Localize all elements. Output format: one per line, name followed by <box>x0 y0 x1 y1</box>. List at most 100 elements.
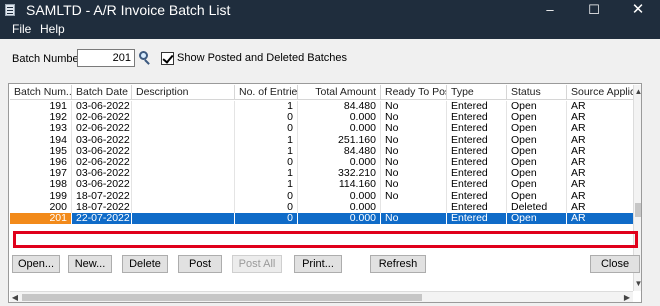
close-button[interactable]: Close <box>590 255 640 273</box>
menu-help[interactable]: Help <box>40 22 65 37</box>
cell-total-amount: 0.000 <box>298 212 381 225</box>
column-header-source-application[interactable]: Source Applicatio <box>567 85 634 100</box>
cell-batch-date: 22-07-2022 <box>72 212 132 225</box>
cell-ready-to-post: No <box>381 168 447 180</box>
table-row[interactable]: 191 03-06-2022 1 84.480 No Entered Open … <box>10 101 634 113</box>
table-row[interactable]: 198 03-06-2022 1 114.160 No Entered Open… <box>10 179 634 191</box>
grid-header: Batch Num... Batch Date Description No. … <box>10 85 634 100</box>
cell-entries: 1 <box>235 145 298 157</box>
cell-type: Entered <box>447 201 507 213</box>
cell-total-amount: 0.000 <box>298 123 381 135</box>
cell-source-application: AR <box>567 201 634 213</box>
window-title: SAMLTD - A/R Invoice Batch List <box>26 2 231 18</box>
new-button[interactable]: New... <box>68 255 112 273</box>
cell-source-application: AR <box>567 112 634 124</box>
cell-entries: 0 <box>235 190 298 202</box>
minimize-button[interactable]: – <box>528 0 572 20</box>
cell-status: Open <box>507 145 567 157</box>
column-header-status[interactable]: Status <box>507 85 567 100</box>
cell-source-application: AR <box>567 179 634 191</box>
table-row[interactable]: 200 18-07-2022 0 0.000 Entered Deleted A… <box>10 201 634 213</box>
cell-batch-number: 200 <box>10 201 72 213</box>
cell-type: Entered <box>447 190 507 202</box>
cell-batch-number: 196 <box>10 156 72 169</box>
column-header-batch-date[interactable]: Batch Date <box>72 85 132 100</box>
cell-source-application: AR <box>567 168 634 180</box>
scroll-right-arrow-icon[interactable]: ▶ <box>622 292 632 302</box>
cell-batch-number: 195 <box>10 145 72 157</box>
cell-batch-number: 197 <box>10 168 72 180</box>
print-button[interactable]: Print... <box>294 255 342 273</box>
delete-button[interactable]: Delete <box>122 255 168 273</box>
cell-ready-to-post: No <box>381 112 447 124</box>
refresh-button[interactable]: Refresh <box>370 255 426 273</box>
maximize-button[interactable]: ☐ <box>572 0 616 20</box>
cell-status: Open <box>507 212 567 225</box>
close-window-button[interactable]: ✕ <box>616 0 660 20</box>
table-row[interactable]: 195 03-06-2022 1 84.480 No Entered Open … <box>10 145 634 157</box>
cell-type: Entered <box>447 112 507 124</box>
post-button[interactable]: Post <box>178 255 222 273</box>
column-header-description[interactable]: Description <box>132 85 235 100</box>
horizontal-scroll-thumb[interactable] <box>22 294 422 301</box>
table-row[interactable]: 199 18-07-2022 0 0.000 No Entered Open A… <box>10 190 634 202</box>
cell-batch-number: 201 <box>10 212 72 225</box>
cell-status: Open <box>507 134 567 146</box>
table-row[interactable]: 197 03-06-2022 1 332.210 No Entered Open… <box>10 168 634 180</box>
scroll-up-arrow-icon[interactable]: ▲ <box>634 87 641 96</box>
cell-total-amount: 0.000 <box>298 156 381 169</box>
cell-entries: 0 <box>235 156 298 169</box>
column-header-ready-to-post[interactable]: Ready To Post <box>381 85 447 100</box>
table-row[interactable]: 196 02-06-2022 0 0.000 No Entered Open A… <box>10 156 634 169</box>
cell-entries: 1 <box>235 179 298 191</box>
cell-description <box>132 145 235 157</box>
cell-batch-date: 03-06-2022 <box>72 145 132 157</box>
cell-entries: 1 <box>235 134 298 146</box>
cell-source-application: AR <box>567 123 634 135</box>
column-header-total-amount[interactable]: Total Amount <box>298 85 381 100</box>
column-header-batch-number[interactable]: Batch Num... <box>10 85 72 100</box>
cell-description <box>132 112 235 124</box>
table-row[interactable]: 193 02-06-2022 0 0.000 No Entered Open A… <box>10 123 634 135</box>
cell-status: Deleted <box>507 201 567 213</box>
cell-ready-to-post: No <box>381 156 447 169</box>
title-bar: SAMLTD - A/R Invoice Batch List – ☐ ✕ <box>0 0 660 20</box>
cell-batch-date: 02-06-2022 <box>72 156 132 169</box>
cell-source-application: AR <box>567 134 634 146</box>
magnifier-lens-icon <box>139 51 148 60</box>
scroll-down-arrow-icon[interactable]: ▼ <box>634 279 641 288</box>
cell-description <box>132 179 235 191</box>
cell-source-application: AR <box>567 212 634 225</box>
cell-status: Open <box>507 168 567 180</box>
column-header-type[interactable]: Type <box>447 85 507 100</box>
horizontal-scrollbar[interactable]: ◀ ▶ <box>10 291 633 302</box>
cell-ready-to-post <box>381 201 447 213</box>
selected-row-highlight <box>13 231 638 248</box>
cell-type: Entered <box>447 212 507 225</box>
cell-batch-date: 03-06-2022 <box>72 179 132 191</box>
open-button[interactable]: Open... <box>12 255 60 273</box>
cell-ready-to-post: No <box>381 145 447 157</box>
cell-type: Entered <box>447 156 507 169</box>
menu-file[interactable]: File <box>12 22 31 37</box>
cell-ready-to-post: No <box>381 190 447 202</box>
cell-batch-date: 18-07-2022 <box>72 201 132 213</box>
cell-type: Entered <box>447 145 507 157</box>
selected-table-row[interactable]: 201 22-07-2022 0 0.000 No Entered Open A… <box>10 212 634 225</box>
finder-icon[interactable] <box>137 50 151 66</box>
cell-total-amount: 84.480 <box>298 145 381 157</box>
vertical-scroll-thumb[interactable] <box>635 203 641 217</box>
cell-batch-date: 18-07-2022 <box>72 190 132 202</box>
column-header-entries[interactable]: No. of Entries <box>235 85 298 100</box>
batch-number-input[interactable] <box>77 49 135 67</box>
scroll-left-arrow-icon[interactable]: ◀ <box>10 292 20 302</box>
table-row[interactable]: 192 02-06-2022 0 0.000 No Entered Open A… <box>10 112 634 124</box>
show-posted-checkbox[interactable] <box>161 52 174 65</box>
cell-description <box>132 168 235 180</box>
post-all-button[interactable]: Post All <box>232 255 282 273</box>
cell-total-amount: 84.480 <box>298 101 381 113</box>
show-posted-label[interactable]: Show Posted and Deleted Batches <box>177 52 347 64</box>
table-row[interactable]: 194 03-06-2022 1 251.160 No Entered Open… <box>10 134 634 146</box>
cell-entries: 0 <box>235 123 298 135</box>
cell-total-amount: 0.000 <box>298 190 381 202</box>
